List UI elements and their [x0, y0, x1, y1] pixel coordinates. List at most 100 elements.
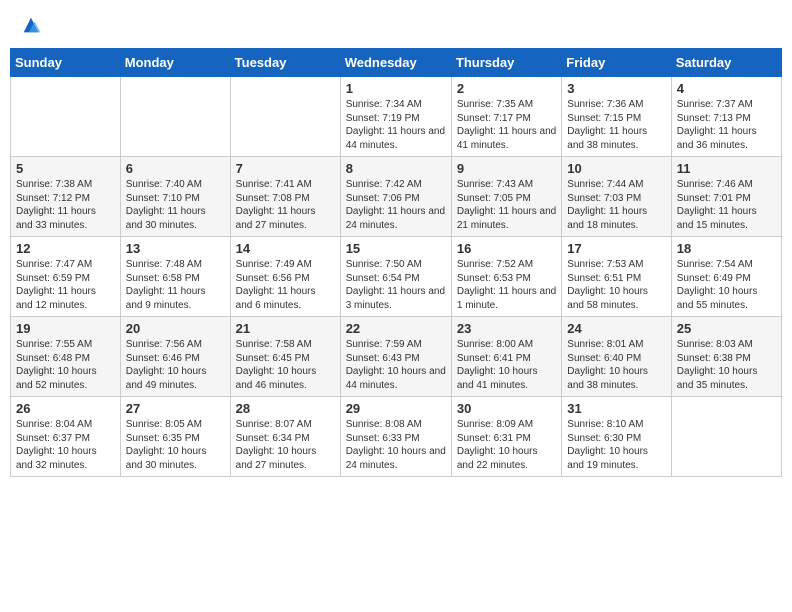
day-number: 26: [16, 401, 115, 416]
calendar-cell: 22Sunrise: 7:59 AMSunset: 6:43 PMDayligh…: [340, 317, 451, 397]
day-info: Sunrise: 7:35 AMSunset: 7:17 PMDaylight:…: [457, 98, 556, 152]
day-info: Sunrise: 7:47 AMSunset: 6:59 PMDaylight:…: [16, 258, 115, 312]
day-info: Sunrise: 8:00 AMSunset: 6:41 PMDaylight:…: [457, 338, 556, 392]
calendar-cell: 18 Sunrise: 7:54 AMSunset: 6:49 PMDayligh…: [671, 237, 781, 317]
day-info: Sunrise: 7:55 AMSunset: 6:48 PMDaylight:…: [16, 338, 115, 392]
calendar-cell: 2 Sunrise: 7:35 AMSunset: 7:17 PMDaylight…: [451, 77, 561, 157]
calendar-cell: 25 Sunrise: 8:03 AMSunset: 6:38 PMDayligh…: [671, 317, 781, 397]
day-number: 29: [346, 401, 446, 416]
day-number: 5: [16, 161, 115, 176]
day-number: 20: [126, 321, 225, 336]
day-info: Sunrise: 7:56 AMSunset: 6:46 PMDaylight:…: [126, 338, 225, 392]
calendar-cell: [120, 77, 230, 157]
day-info: Sunrise: 7:40 AMSunset: 7:10 PMDaylight:…: [126, 178, 225, 232]
day-number: 9: [457, 161, 556, 176]
day-number: 7: [236, 161, 335, 176]
calendar-cell: 5Sunrise: 7:38 AMSunset: 7:12 PMDaylight…: [11, 157, 121, 237]
calendar-cell: 13 Sunrise: 7:48 AMSunset: 6:58 PMDayligh…: [120, 237, 230, 317]
day-number: 1: [346, 81, 446, 96]
day-number: 23: [457, 321, 556, 336]
calendar-week-1: 1 Sunrise: 7:34 AMSunset: 7:19 PMDaylight…: [11, 77, 782, 157]
day-number: 25: [677, 321, 776, 336]
day-number: 14: [236, 241, 335, 256]
day-number: 24: [567, 321, 665, 336]
day-info: Sunrise: 8:05 AMSunset: 6:35 PMDaylight:…: [126, 418, 225, 472]
day-header-thursday: Thursday: [451, 49, 561, 77]
day-info: Sunrise: 8:10 AMSunset: 6:30 PMDaylight:…: [567, 418, 665, 472]
calendar-header-row: SundayMondayTuesdayWednesdayThursdayFrid…: [11, 49, 782, 77]
day-number: 16: [457, 241, 556, 256]
calendar-cell: [671, 397, 781, 477]
day-info: Sunrise: 8:04 AMSunset: 6:37 PMDaylight:…: [16, 418, 115, 472]
calendar-week-2: 5Sunrise: 7:38 AMSunset: 7:12 PMDaylight…: [11, 157, 782, 237]
day-number: 31: [567, 401, 665, 416]
day-number: 27: [126, 401, 225, 416]
calendar-cell: 16Sunrise: 7:52 AMSunset: 6:53 PMDayligh…: [451, 237, 561, 317]
day-info: Sunrise: 7:48 AMSunset: 6:58 PMDaylight:…: [126, 258, 225, 312]
day-info: Sunrise: 8:03 AMSunset: 6:38 PMDaylight:…: [677, 338, 776, 392]
logo: [18, 14, 42, 36]
day-header-friday: Friday: [562, 49, 671, 77]
day-info: Sunrise: 8:07 AMSunset: 6:34 PMDaylight:…: [236, 418, 335, 472]
calendar-cell: 26 Sunrise: 8:04 AMSunset: 6:37 PMDayligh…: [11, 397, 121, 477]
calendar-cell: 30 Sunrise: 8:09 AMSunset: 6:31 PMDayligh…: [451, 397, 561, 477]
calendar-cell: 28 Sunrise: 8:07 AMSunset: 6:34 PMDayligh…: [230, 397, 340, 477]
calendar-cell: 19 Sunrise: 7:55 AMSunset: 6:48 PMDayligh…: [11, 317, 121, 397]
day-header-sunday: Sunday: [11, 49, 121, 77]
day-info: Sunrise: 7:53 AMSunset: 6:51 PMDaylight:…: [567, 258, 665, 312]
day-number: 19: [16, 321, 115, 336]
day-info: Sunrise: 7:59 AMSunset: 6:43 PMDaylight:…: [346, 338, 446, 392]
day-number: 17: [567, 241, 665, 256]
calendar-cell: 17 Sunrise: 7:53 AMSunset: 6:51 PMDayligh…: [562, 237, 671, 317]
day-header-saturday: Saturday: [671, 49, 781, 77]
calendar-cell: 21Sunrise: 7:58 AMSunset: 6:45 PMDayligh…: [230, 317, 340, 397]
calendar-cell: 6 Sunrise: 7:40 AMSunset: 7:10 PMDaylight…: [120, 157, 230, 237]
day-number: 30: [457, 401, 556, 416]
day-header-monday: Monday: [120, 49, 230, 77]
calendar-cell: [230, 77, 340, 157]
calendar-cell: 29 Sunrise: 8:08 AMSunset: 6:33 PMDayligh…: [340, 397, 451, 477]
day-info: Sunrise: 7:49 AMSunset: 6:56 PMDaylight:…: [236, 258, 335, 312]
day-info: Sunrise: 8:09 AMSunset: 6:31 PMDaylight:…: [457, 418, 556, 472]
day-info: Sunrise: 8:08 AMSunset: 6:33 PMDaylight:…: [346, 418, 446, 472]
day-number: 28: [236, 401, 335, 416]
day-info: Sunrise: 7:44 AMSunset: 7:03 PMDaylight:…: [567, 178, 665, 232]
day-info: Sunrise: 7:41 AMSunset: 7:08 PMDaylight:…: [236, 178, 335, 232]
calendar-cell: 27 Sunrise: 8:05 AMSunset: 6:35 PMDayligh…: [120, 397, 230, 477]
day-info: Sunrise: 7:36 AMSunset: 7:15 PMDaylight:…: [567, 98, 665, 152]
calendar-table: SundayMondayTuesdayWednesdayThursdayFrid…: [10, 48, 782, 477]
day-number: 2: [457, 81, 556, 96]
calendar-cell: 3 Sunrise: 7:36 AMSunset: 7:15 PMDaylight…: [562, 77, 671, 157]
day-info: Sunrise: 7:46 AMSunset: 7:01 PMDaylight:…: [677, 178, 776, 232]
page-header: [10, 10, 782, 40]
day-number: 10: [567, 161, 665, 176]
calendar-cell: 14 Sunrise: 7:49 AMSunset: 6:56 PMDayligh…: [230, 237, 340, 317]
calendar-cell: [11, 77, 121, 157]
day-info: Sunrise: 7:50 AMSunset: 6:54 PMDaylight:…: [346, 258, 446, 312]
calendar-cell: 24 Sunrise: 8:01 AMSunset: 6:40 PMDayligh…: [562, 317, 671, 397]
calendar-cell: 1 Sunrise: 7:34 AMSunset: 7:19 PMDaylight…: [340, 77, 451, 157]
day-number: 12: [16, 241, 115, 256]
day-info: Sunrise: 7:37 AMSunset: 7:13 PMDaylight:…: [677, 98, 776, 152]
day-number: 18: [677, 241, 776, 256]
day-number: 6: [126, 161, 225, 176]
day-number: 13: [126, 241, 225, 256]
calendar-cell: 8Sunrise: 7:42 AMSunset: 7:06 PMDaylight…: [340, 157, 451, 237]
calendar-week-4: 19 Sunrise: 7:55 AMSunset: 6:48 PMDayligh…: [11, 317, 782, 397]
calendar-cell: 15Sunrise: 7:50 AMSunset: 6:54 PMDayligh…: [340, 237, 451, 317]
day-info: Sunrise: 7:42 AMSunset: 7:06 PMDaylight:…: [346, 178, 446, 232]
logo-icon: [20, 14, 42, 36]
calendar-cell: 11Sunrise: 7:46 AMSunset: 7:01 PMDayligh…: [671, 157, 781, 237]
calendar-cell: 23 Sunrise: 8:00 AMSunset: 6:41 PMDayligh…: [451, 317, 561, 397]
calendar-cell: 4Sunrise: 7:37 AMSunset: 7:13 PMDaylight…: [671, 77, 781, 157]
day-info: Sunrise: 7:34 AMSunset: 7:19 PMDaylight:…: [346, 98, 446, 152]
day-info: Sunrise: 7:43 AMSunset: 7:05 PMDaylight:…: [457, 178, 556, 232]
calendar-cell: 10 Sunrise: 7:44 AMSunset: 7:03 PMDayligh…: [562, 157, 671, 237]
calendar-cell: 7 Sunrise: 7:41 AMSunset: 7:08 PMDaylight…: [230, 157, 340, 237]
calendar-cell: 31 Sunrise: 8:10 AMSunset: 6:30 PMDayligh…: [562, 397, 671, 477]
day-info: Sunrise: 7:54 AMSunset: 6:49 PMDaylight:…: [677, 258, 776, 312]
day-number: 3: [567, 81, 665, 96]
day-header-tuesday: Tuesday: [230, 49, 340, 77]
day-info: Sunrise: 8:01 AMSunset: 6:40 PMDaylight:…: [567, 338, 665, 392]
day-info: Sunrise: 7:58 AMSunset: 6:45 PMDaylight:…: [236, 338, 335, 392]
